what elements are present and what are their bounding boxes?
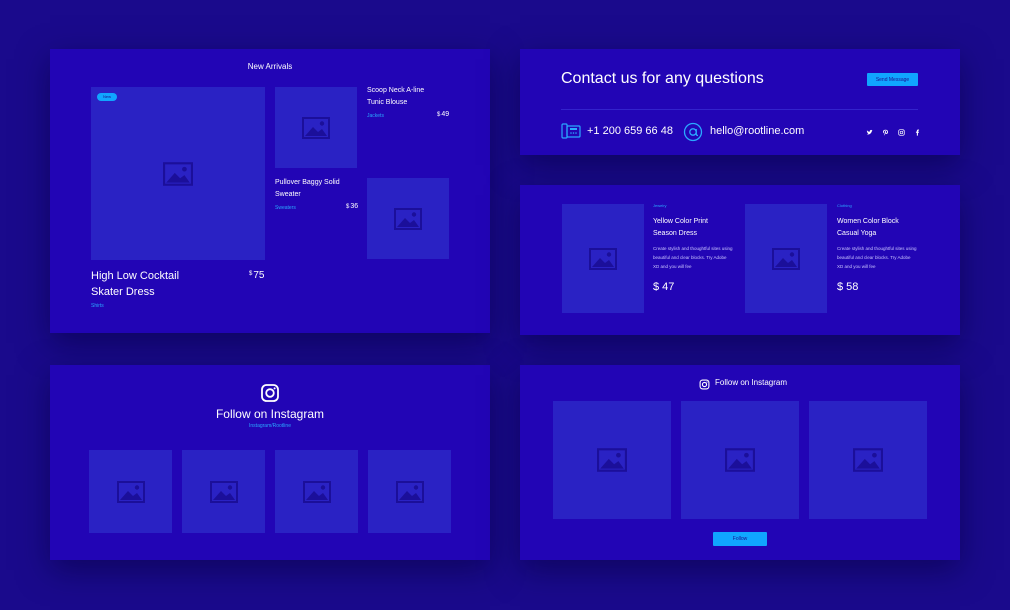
image-placeholder-icon	[597, 448, 627, 472]
phone-icon	[561, 123, 581, 139]
product-detail-name-2-line2[interactable]: Casual Yoga	[837, 230, 876, 237]
instagram-photo[interactable]	[681, 401, 799, 519]
instagram-photo[interactable]	[809, 401, 927, 519]
product-detail-name-1-line1[interactable]: Yellow Color Print	[653, 218, 708, 225]
instagram-photo[interactable]	[553, 401, 671, 519]
email-address[interactable]: hello@rootline.com	[710, 125, 804, 137]
phone-number[interactable]: +1 200 659 66 48	[587, 125, 673, 137]
instagram-title: Follow on Instagram	[715, 378, 788, 387]
product-detail-image-2[interactable]	[745, 204, 827, 313]
main-product-price: $75	[249, 270, 265, 281]
products-detail-card: Jewelry Yellow Color Print Season Dress …	[520, 185, 960, 335]
product-detail-desc-1-line3: XD and you will fee	[653, 264, 692, 269]
contact-divider	[561, 109, 918, 110]
facebook-icon[interactable]	[913, 128, 921, 136]
instagram-feed-card-left: Follow on Instagram Instagram/Rootline	[50, 365, 490, 560]
twitter-icon[interactable]	[865, 128, 873, 136]
product-detail-category-2[interactable]: Clothing	[837, 203, 852, 208]
product3-image[interactable]	[367, 178, 449, 259]
product-detail-price-2: $ 58	[837, 281, 859, 293]
follow-button[interactable]: Follow	[713, 532, 767, 546]
product-detail-desc-1-line1: Create stylish and thoughtful sites usin…	[653, 246, 733, 251]
instagram-title: Follow on Instagram	[215, 407, 325, 421]
product3-name-line1[interactable]: Pullover Baggy Solid	[275, 179, 340, 186]
instagram-photo[interactable]	[89, 450, 172, 533]
image-placeholder-icon	[163, 162, 193, 186]
image-placeholder-icon	[725, 448, 755, 472]
product3-price: $36	[346, 203, 359, 210]
image-placeholder-icon	[772, 248, 800, 270]
image-placeholder-icon	[303, 481, 331, 503]
main-product-image[interactable]	[91, 87, 265, 260]
product2-name-line1[interactable]: Scoop Neck A-line	[367, 87, 424, 94]
product3-name-line2[interactable]: Sweater	[275, 191, 301, 198]
image-placeholder-icon	[589, 248, 617, 270]
instagram-feed-card-right: Follow on Instagram Follow	[520, 365, 960, 560]
send-message-button[interactable]: Send Message	[867, 73, 918, 86]
new-arrivals-title: New Arrivals	[247, 62, 293, 71]
product2-price: $49	[437, 111, 450, 118]
image-placeholder-icon	[210, 481, 238, 503]
product2-name-line2[interactable]: Tunic Blouse	[367, 99, 407, 106]
image-placeholder-icon	[853, 448, 883, 472]
product-detail-desc-2-line3: XD and you will fee	[837, 264, 876, 269]
product-detail-name-1-line2[interactable]: Season Dress	[653, 230, 697, 237]
instagram-photo[interactable]	[275, 450, 358, 533]
product3-category[interactable]: Sweaters	[275, 205, 296, 211]
main-product-category[interactable]: Shirts	[91, 303, 104, 309]
product-detail-category-1[interactable]: Jewelry	[653, 203, 667, 208]
new-arrivals-card: New Arrivals New High Low Cocktail Skate…	[50, 49, 490, 333]
instagram-small-icon[interactable]	[897, 128, 905, 136]
product-detail-desc-1-line2: beautiful and clear blocks. Try Adobe	[653, 255, 727, 260]
instagram-icon[interactable]	[260, 383, 280, 403]
product-detail-desc-2-line2: beautiful and clear blocks. Try Adobe	[837, 255, 911, 260]
main-product-name-line1[interactable]: High Low Cocktail	[91, 270, 179, 282]
at-icon	[683, 122, 703, 142]
contact-title: Contact us for any questions	[561, 70, 764, 87]
new-badge: New	[97, 93, 117, 101]
instagram-handle[interactable]: Instagram/Rootline	[50, 423, 490, 429]
instagram-photo[interactable]	[182, 450, 265, 533]
product-detail-name-2-line1[interactable]: Women Color Block	[837, 218, 899, 225]
pinterest-icon[interactable]	[881, 128, 889, 136]
product-detail-price-1: $ 47	[653, 281, 675, 293]
product-detail-desc-2-line1: Create stylish and thoughtful sites usin…	[837, 246, 917, 251]
product2-image[interactable]	[275, 87, 357, 168]
image-placeholder-icon	[394, 208, 422, 230]
image-placeholder-icon	[117, 481, 145, 503]
product2-category[interactable]: Jackets	[367, 113, 384, 119]
image-placeholder-icon	[302, 117, 330, 139]
instagram-photo[interactable]	[368, 450, 451, 533]
main-product-name-line2[interactable]: Skater Dress	[91, 286, 155, 298]
image-placeholder-icon	[396, 481, 424, 503]
contact-card: Contact us for any questions Send Messag…	[520, 49, 960, 155]
product-detail-image-1[interactable]	[562, 204, 644, 313]
instagram-icon[interactable]	[699, 377, 710, 390]
